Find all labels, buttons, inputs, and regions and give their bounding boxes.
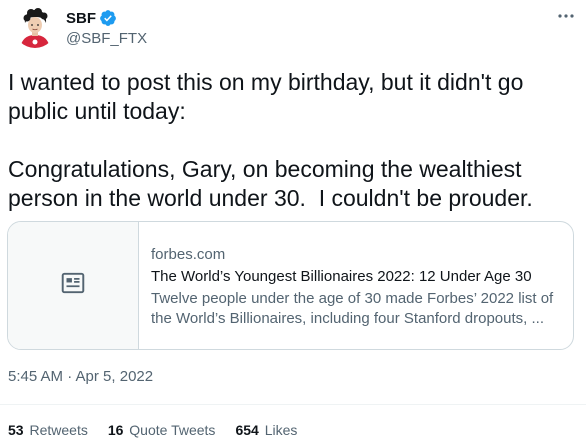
display-name[interactable]: SBF xyxy=(66,10,96,27)
more-options-icon[interactable] xyxy=(554,6,578,26)
tweet-timestamp[interactable]: 5:45 AM · Apr 5, 2022 xyxy=(8,368,153,385)
tweet: SBF @SBF_FTX I wanted to post this on my… xyxy=(0,0,586,448)
card-description: Twelve people under the age of 30 made F… xyxy=(151,290,554,327)
quote-tweets-count: 16 xyxy=(107,422,124,438)
card-media xyxy=(8,222,139,349)
retweets-stat[interactable]: 53 Retweets xyxy=(8,422,88,438)
user-handle[interactable]: @SBF_FTX xyxy=(66,30,147,47)
card-domain: forbes.com xyxy=(151,246,226,263)
verified-badge-icon xyxy=(99,9,117,27)
likes-count: 654 xyxy=(235,422,259,438)
link-card[interactable]: forbes.com The World’s Youngest Billiona… xyxy=(7,221,574,350)
user-info: SBF @SBF_FTX xyxy=(66,8,147,48)
retweets-label: Retweets xyxy=(29,422,88,438)
quote-tweets-stat[interactable]: 16 Quote Tweets xyxy=(108,422,216,438)
avatar[interactable] xyxy=(14,6,56,48)
likes-stat[interactable]: 654 Likes xyxy=(235,422,297,438)
quote-tweets-label: Quote Tweets xyxy=(129,422,216,438)
engagement-stats: 53 Retweets 16 Quote Tweets 654 Likes xyxy=(8,422,317,438)
card-text: forbes.com The World’s Youngest Billiona… xyxy=(139,222,573,349)
likes-label: Likes xyxy=(264,422,298,438)
divider xyxy=(0,404,586,405)
card-title: The World’s Youngest Billionaires 2022: … xyxy=(151,268,532,285)
retweets-count: 53 xyxy=(8,422,24,438)
tweet-text: I wanted to post this on my birthday, bu… xyxy=(8,69,533,211)
article-icon xyxy=(60,270,86,301)
